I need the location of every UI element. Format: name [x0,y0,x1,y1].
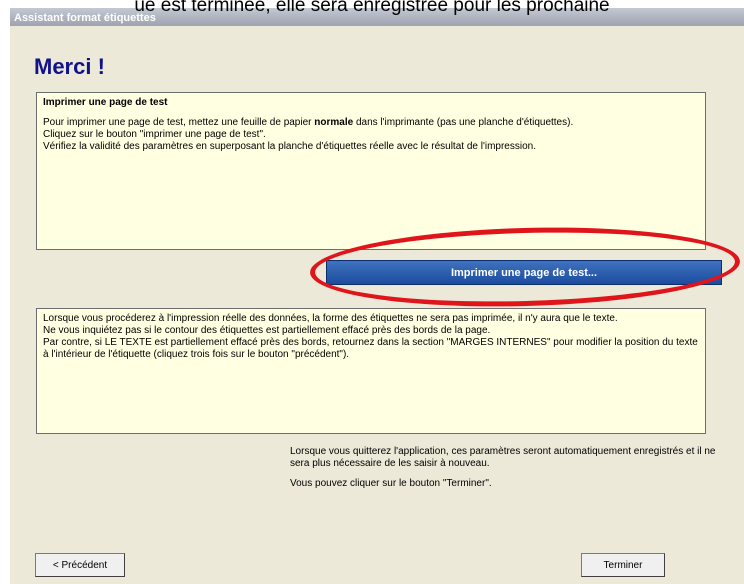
instruction-text-end: dans l'imprimante (pas une planche d'éti… [353,117,574,128]
overlay-caption: ue est terminée, elle sera enregistrée p… [134,0,610,16]
test-page-panel-title: Imprimer une page de test [43,97,168,108]
finish-button[interactable]: Terminer [581,553,665,577]
test-page-instruction-verify: Vérifiez la validité des paramètres en s… [43,141,536,152]
instruction-bold-word: normale [314,117,354,128]
info-text: Lorsque vous quitterez l'application, ce… [290,446,730,498]
test-page-instruction-click: Cliquez sur le bouton "imprimer une page… [43,129,266,140]
previous-button[interactable]: < Précédent [35,553,125,577]
info-line-2: Vous pouvez cliquer sur le bouton "Termi… [290,478,492,489]
info-line-1: Lorsque vous quitterez l'application, ce… [290,446,716,469]
notes-panel: Lorsque vous procéderez à l'impression r… [36,308,706,434]
notes-line-1: Lorsque vous procéderez à l'impression r… [43,313,618,324]
wizard-window: Assistant format étiquettes Merci ! Impr… [10,8,744,584]
test-page-instructions: Pour imprimer une page de test, mettez u… [43,117,699,129]
notes-line-2: Ne vous inquiétez pas si le contour des … [43,325,491,336]
notes-line-3: Par contre, si LE TEXTE est partiellemen… [43,337,698,360]
test-page-panel: Imprimer une page de test Pour imprimer … [36,92,706,250]
instruction-text-start: Pour imprimer une page de test, mettez u… [43,117,315,128]
page-title: Merci ! [34,54,105,79]
